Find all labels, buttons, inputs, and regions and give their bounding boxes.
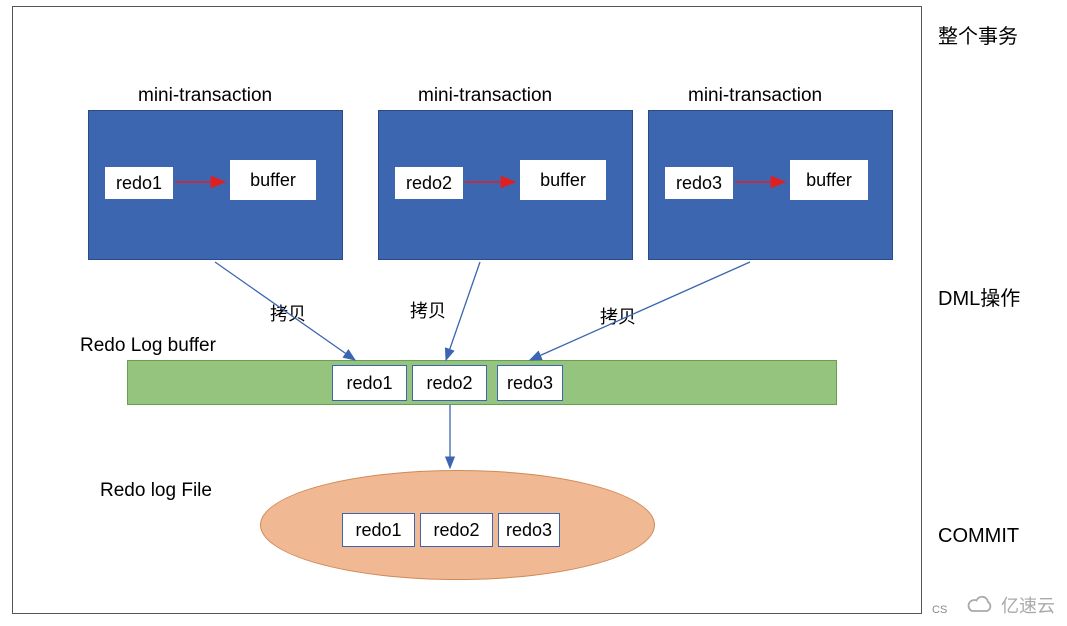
phase-dml: DML操作 — [938, 282, 1020, 311]
mt2-buffer: buffer — [519, 159, 607, 201]
mt3-buffer: buffer — [789, 159, 869, 201]
mt3-title: mini-transaction — [688, 85, 822, 107]
mt2-box: redo2 buffer — [378, 110, 633, 260]
copy-label-2: 拷贝 — [410, 297, 446, 323]
redo-log-file-title: Redo log File — [100, 480, 212, 502]
phase-commit: COMMIT — [938, 525, 1019, 548]
mt3-box: redo3 buffer — [648, 110, 893, 260]
mt2-redo: redo2 — [394, 166, 464, 200]
mt3-redo: redo3 — [664, 166, 734, 200]
overall-title: 整个事务 — [938, 20, 1018, 49]
copy-label-1: 拷贝 — [270, 300, 306, 326]
watermark-text: 亿速云 — [1001, 592, 1055, 618]
rb-slot-3: redo3 — [497, 365, 563, 401]
rb-slot-1: redo1 — [332, 365, 407, 401]
cloud-icon — [966, 594, 996, 616]
watermark: 亿速云 — [966, 592, 1055, 618]
mt1-redo: redo1 — [104, 166, 174, 200]
mt1-buffer: buffer — [229, 159, 317, 201]
fb-slot-2: redo2 — [420, 513, 493, 547]
mt1-title: mini-transaction — [138, 85, 272, 107]
fb-slot-1: redo1 — [342, 513, 415, 547]
copy-label-3: 拷贝 — [600, 303, 636, 329]
redo-log-buffer-title: Redo Log buffer — [80, 335, 216, 357]
fb-slot-3: redo3 — [498, 513, 560, 547]
mt1-box: redo1 buffer — [88, 110, 343, 260]
mt2-title: mini-transaction — [418, 85, 552, 107]
rb-slot-2: redo2 — [412, 365, 487, 401]
cs-label: CS — [932, 604, 947, 616]
